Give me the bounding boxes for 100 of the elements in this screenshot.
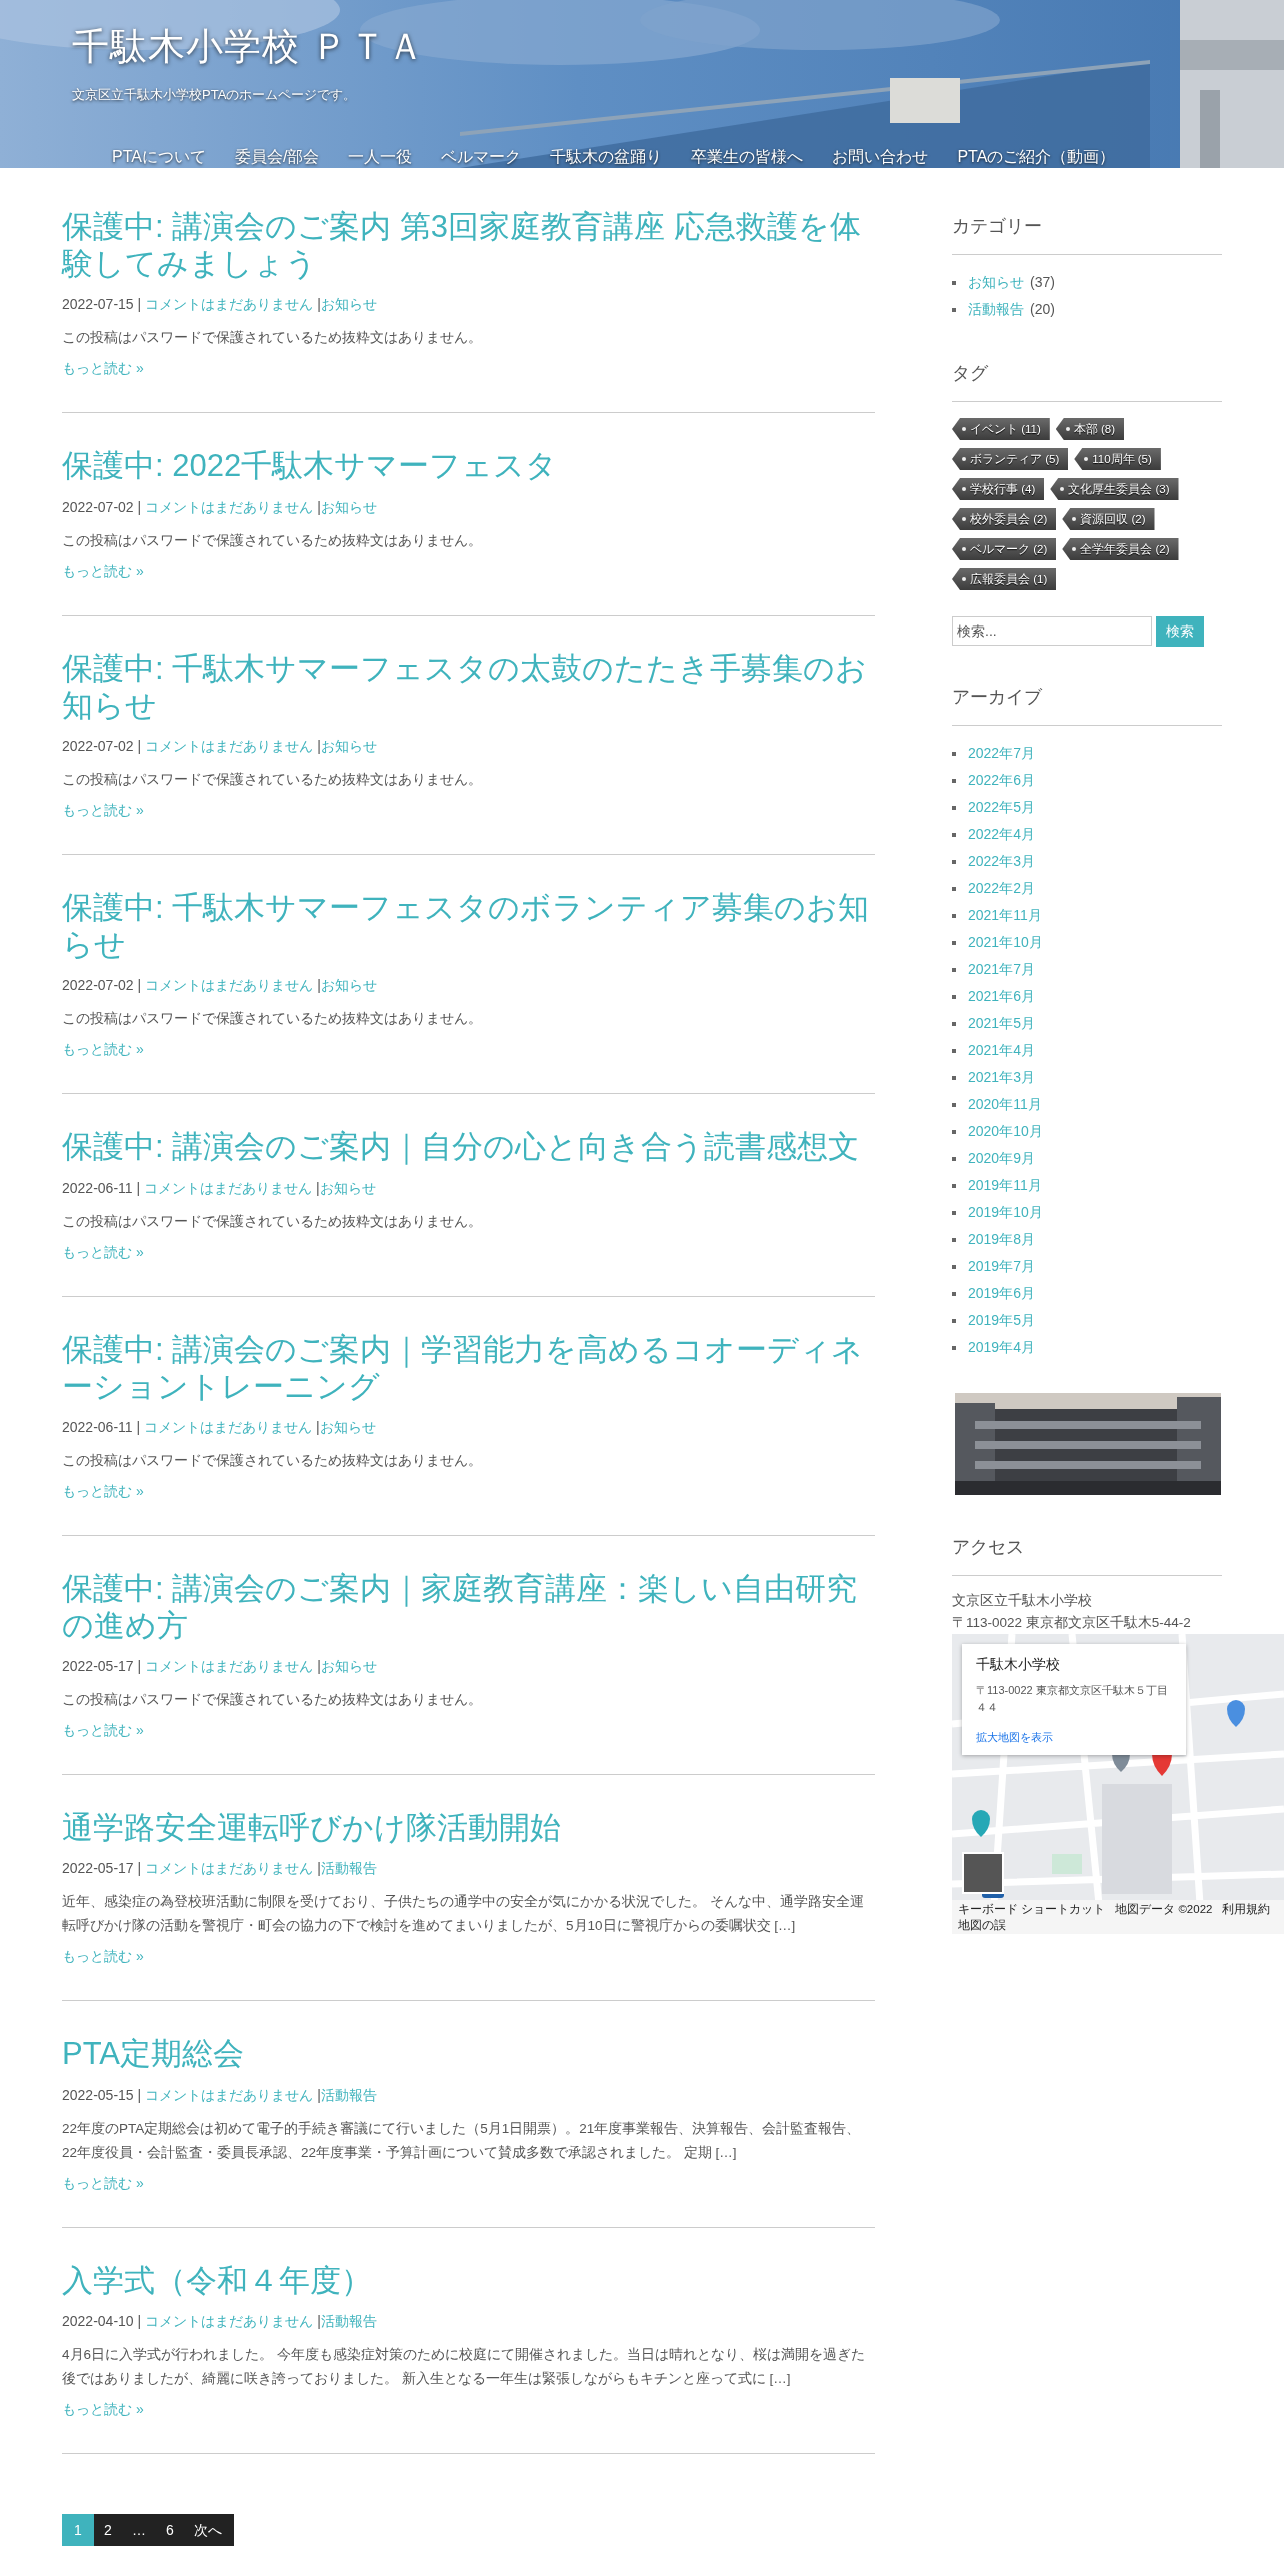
site-title[interactable]: 千駄木小学校 ＰＴＡ xyxy=(72,22,426,72)
archive-link[interactable]: 2020年9月 xyxy=(968,1145,1035,1172)
nav-link[interactable]: ベルマーク xyxy=(441,147,522,168)
separator: | xyxy=(317,1657,321,1677)
tag-link[interactable]: イベント (11) xyxy=(952,418,1050,440)
category-link[interactable]: お知らせ xyxy=(320,735,377,756)
post-title[interactable]: PTA定期総会 xyxy=(62,2035,875,2073)
nav-link[interactable]: 一人一役 xyxy=(348,147,413,168)
archive-link[interactable]: 2022年6月 xyxy=(968,767,1035,794)
archive-link[interactable]: 2021年4月 xyxy=(968,1037,1035,1064)
archive-link[interactable]: 2022年3月 xyxy=(968,848,1035,875)
comments-link[interactable]: コメントはまだありません xyxy=(145,2084,314,2105)
tag-link[interactable]: ボランティア (5) xyxy=(952,448,1069,470)
page-link[interactable]: 1 xyxy=(62,2513,94,2546)
nav-link[interactable]: 千駄木の盆踊り xyxy=(550,147,663,168)
tag-link[interactable]: 学校行事 (4) xyxy=(952,478,1045,500)
archive-link[interactable]: 2022年5月 xyxy=(968,794,1035,821)
comments-link[interactable]: コメントはまだありません xyxy=(144,1177,313,1198)
read-more-link[interactable]: もっと読む » xyxy=(62,358,144,379)
category-link[interactable]: お知らせ xyxy=(319,1177,376,1198)
satellite-toggle[interactable] xyxy=(962,1852,1004,1894)
page-link[interactable]: … xyxy=(122,2513,156,2546)
tag-link[interactable]: 本部 (8) xyxy=(1055,418,1125,440)
post-title[interactable]: 保護中: 2022千駄木サマーフェスタ xyxy=(62,447,875,485)
tag-link[interactable]: 全学年委員会 (2) xyxy=(1062,538,1179,560)
category-link[interactable]: お知らせ xyxy=(968,269,1024,296)
archive-link[interactable]: 2019年7月 xyxy=(968,1253,1035,1280)
archive-link[interactable]: 2019年10月 xyxy=(968,1199,1043,1226)
post-title[interactable]: 通学路安全運転呼びかけ隊活動開始 xyxy=(62,1809,875,1847)
post-title[interactable]: 保護中: 講演会のご案内 第3回家庭教育講座 応急救護を体験してみましょう xyxy=(62,208,875,283)
post-title[interactable]: 入学式（令和４年度） xyxy=(62,2261,875,2299)
tag-link[interactable]: 110周年 (5) xyxy=(1074,448,1161,470)
comments-link[interactable]: コメントはまだありません xyxy=(145,1858,314,1879)
page-link[interactable]: 2 xyxy=(94,2513,122,2546)
comments-link[interactable]: コメントはまだありません xyxy=(144,1416,313,1437)
comments-link[interactable]: コメントはまだありません xyxy=(145,2310,314,2331)
read-more-link[interactable]: もっと読む » xyxy=(62,2398,144,2419)
post-title[interactable]: 保護中: 千駄木サマーフェスタの太鼓のたたき手募集のお知らせ xyxy=(62,649,875,724)
read-more-link[interactable]: もっと読む » xyxy=(62,1946,144,1967)
archive-link[interactable]: 2019年11月 xyxy=(968,1172,1042,1199)
tag-link[interactable]: ベルマーク (2) xyxy=(952,538,1057,560)
comments-link[interactable]: コメントはまだありません xyxy=(145,735,314,756)
archive-link[interactable]: 2020年11月 xyxy=(968,1091,1042,1118)
map-footer-link[interactable]: 地図の誤 xyxy=(958,1917,1006,1933)
archive-link[interactable]: 2022年2月 xyxy=(968,875,1035,902)
archive-link[interactable]: 2021年5月 xyxy=(968,1010,1035,1037)
larger-map-link[interactable]: 拡大地図を表示 xyxy=(976,1730,1053,1745)
nav-link[interactable]: お問い合わせ xyxy=(832,147,929,168)
nav-link[interactable]: PTAについて xyxy=(112,147,206,168)
read-more-link[interactable]: もっと読む » xyxy=(62,1720,144,1741)
post-title[interactable]: 保護中: 千駄木サマーフェスタのボランティア募集のお知らせ xyxy=(62,888,875,964)
nav-link[interactable]: 委員会/部会 xyxy=(234,147,320,168)
read-more-link[interactable]: もっと読む » xyxy=(62,1241,144,1262)
post-title[interactable]: 保護中: 講演会のご案内｜学習能力を高めるコオーディネーショントレーニング xyxy=(62,1330,875,1405)
category-link[interactable]: お知らせ xyxy=(320,1656,377,1677)
archive-link[interactable]: 2019年6月 xyxy=(968,1280,1035,1307)
archive-link[interactable]: 2019年5月 xyxy=(968,1307,1035,1334)
archive-link[interactable]: 2022年7月 xyxy=(968,740,1035,767)
tag-link[interactable]: 資源回収 (2) xyxy=(1062,508,1155,530)
archive-link[interactable]: 2022年4月 xyxy=(968,821,1035,848)
map-footer-link[interactable]: キーボード ショートカット xyxy=(958,1901,1106,1917)
read-more-link[interactable]: もっと読む » xyxy=(62,2172,144,2193)
archive-link[interactable]: 2020年10月 xyxy=(968,1118,1043,1145)
archive-link[interactable]: 2021年3月 xyxy=(968,1064,1035,1091)
read-more-link[interactable]: もっと読む » xyxy=(62,560,144,581)
tag-link[interactable]: 校外委員会 (2) xyxy=(952,508,1057,530)
archive-link[interactable]: 2019年4月 xyxy=(968,1334,1035,1361)
archive-link[interactable]: 2021年7月 xyxy=(968,956,1035,983)
site-tagline: 文京区立千駄木小学校PTAのホームページです。 xyxy=(72,86,357,104)
comments-link[interactable]: コメントはまだありません xyxy=(145,496,314,517)
archive-link[interactable]: 2021年11月 xyxy=(968,902,1042,929)
archive-link[interactable]: 2021年10月 xyxy=(968,929,1043,956)
map-footer-link[interactable]: 地図データ ©2022 xyxy=(1115,1901,1213,1917)
comments-link[interactable]: コメントはまだありません xyxy=(145,1656,314,1677)
archive-link[interactable]: 2019年8月 xyxy=(968,1226,1035,1253)
map-footer-link[interactable]: 利用規約 xyxy=(1222,1901,1271,1917)
category-link[interactable]: 活動報告 xyxy=(968,296,1024,323)
tag-link[interactable]: 文化厚生委員会 (3) xyxy=(1050,478,1179,500)
category-link[interactable]: お知らせ xyxy=(319,1416,376,1437)
comments-link[interactable]: コメントはまだありません xyxy=(145,975,314,996)
category-link[interactable]: お知らせ xyxy=(320,496,377,517)
read-more-link[interactable]: もっと読む » xyxy=(62,799,144,820)
page-link[interactable]: 次へ xyxy=(184,2513,234,2546)
nav-link[interactable]: PTAのご紹介（動画） xyxy=(957,147,1116,168)
bullet-icon xyxy=(952,778,956,783)
page-link[interactable]: 6 xyxy=(156,2513,184,2546)
category-link[interactable]: お知らせ xyxy=(320,975,377,996)
post-title[interactable]: 保護中: 講演会のご案内｜自分の心と向き合う読書感想文 xyxy=(62,1128,875,1166)
post-date: 2022-07-02 | xyxy=(62,976,142,996)
nav-link[interactable]: 卒業生の皆様へ xyxy=(691,147,804,168)
read-more-link[interactable]: もっと読む » xyxy=(62,1039,144,1060)
category-link[interactable]: お知らせ xyxy=(320,294,377,315)
search-field[interactable]: 検索... xyxy=(952,616,1152,646)
read-more-link[interactable]: もっと読む » xyxy=(62,1480,144,1501)
comments-link[interactable]: コメントはまだありません xyxy=(145,294,314,315)
search-button[interactable]: 検索 xyxy=(1156,616,1204,647)
archive-link[interactable]: 2021年6月 xyxy=(968,983,1035,1010)
post-excerpt: この投稿はパスワードで保護されているため抜粋文はありません。 xyxy=(62,770,483,789)
post-title[interactable]: 保護中: 講演会のご案内｜家庭教育講座：楽しい自由研究の進め方 xyxy=(62,1569,875,1645)
tag-link[interactable]: 広報委員会 (1) xyxy=(952,568,1057,590)
